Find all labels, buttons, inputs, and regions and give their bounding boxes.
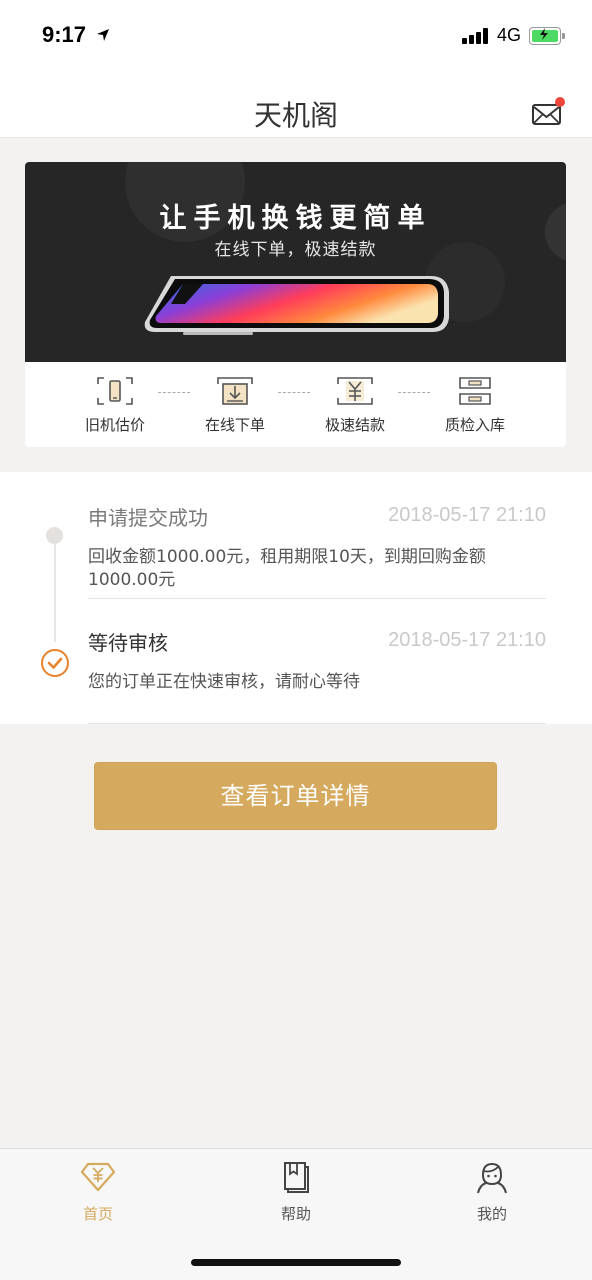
timeline-line xyxy=(54,534,56,642)
tab-label: 帮助 xyxy=(280,1205,311,1223)
banner-subtitle: 在线下单，极速结款 xyxy=(214,240,377,260)
timeline-item: 等待审核 2018-05-17 21:10 您的订单正在快速审核，请耐心等待 xyxy=(88,627,546,694)
timeline-desc: 回收金额1000.00元，租用期限10天，到期回购金额1000.00元 xyxy=(88,547,486,590)
timeline-time: 2018-05-17 21:10 xyxy=(388,504,546,526)
step-label: 旧机估价 xyxy=(84,416,145,434)
banner-title: 让手机换钱更简单 xyxy=(159,203,432,234)
notification-badge xyxy=(555,97,565,107)
step-label: 在线下单 xyxy=(204,416,265,434)
divider xyxy=(88,598,546,599)
tab-label: 我的 xyxy=(476,1205,507,1223)
step-label: 质检入库 xyxy=(444,416,505,434)
download-order-icon xyxy=(217,377,253,405)
timeline-time: 2018-05-17 21:10 xyxy=(388,629,546,651)
home-indicator xyxy=(191,1259,401,1266)
divider xyxy=(88,723,546,724)
tab-mine[interactable]: 我的 xyxy=(442,1159,542,1224)
diamond-yuan-icon xyxy=(80,1162,116,1192)
network-type: 4G xyxy=(497,25,522,45)
process-steps: 旧机估价 在线下单 极速结款 质检入库 xyxy=(25,362,566,447)
timeline-item: 申请提交成功 2018-05-17 21:10 回收金额1000.00元，租用期… xyxy=(88,502,546,592)
timeline-title: 等待审核 xyxy=(88,631,168,655)
step-item: 旧机估价 xyxy=(65,376,165,435)
top-bar: 9:17 4G 天机阁 xyxy=(0,0,592,138)
step-item: 质检入库 xyxy=(425,376,525,435)
phone-price-icon xyxy=(97,377,133,405)
step-label: 极速结款 xyxy=(324,416,385,434)
tab-label: 首页 xyxy=(82,1205,113,1223)
tab-home[interactable]: 首页 xyxy=(48,1159,148,1224)
signal-icon xyxy=(462,28,492,44)
banner-card: 让手机换钱更简单 在线下单，极速结款 旧机估价 在线下单 极速结款 质检入库 xyxy=(25,162,566,447)
timeline-title: 申请提交成功 xyxy=(88,506,208,530)
tab-help[interactable]: 帮助 xyxy=(246,1159,346,1224)
view-order-details-button[interactable]: 查看订单详情 xyxy=(94,762,497,830)
step-item: 在线下单 xyxy=(185,376,285,435)
battery-icon xyxy=(529,27,565,45)
check-icon xyxy=(41,649,69,677)
timeline-dot xyxy=(46,527,63,544)
timeline-desc: 您的订单正在快速审核，请耐心等待 xyxy=(88,672,360,692)
person-icon xyxy=(477,1162,507,1194)
location-arrow-icon xyxy=(97,29,109,41)
step-item: 极速结款 xyxy=(305,376,405,435)
book-icon xyxy=(284,1162,309,1193)
phone-illustration xyxy=(144,276,449,335)
status-time: 9:17 xyxy=(42,22,87,47)
promo-banner[interactable]: 让手机换钱更简单 在线下单，极速结款 xyxy=(25,162,566,362)
order-timeline: 申请提交成功 2018-05-17 21:10 回收金额1000.00元，租用期… xyxy=(0,472,592,724)
yuan-payment-icon xyxy=(337,377,373,405)
inspection-storage-icon xyxy=(459,377,491,405)
page-title: 天机阁 xyxy=(253,99,338,132)
